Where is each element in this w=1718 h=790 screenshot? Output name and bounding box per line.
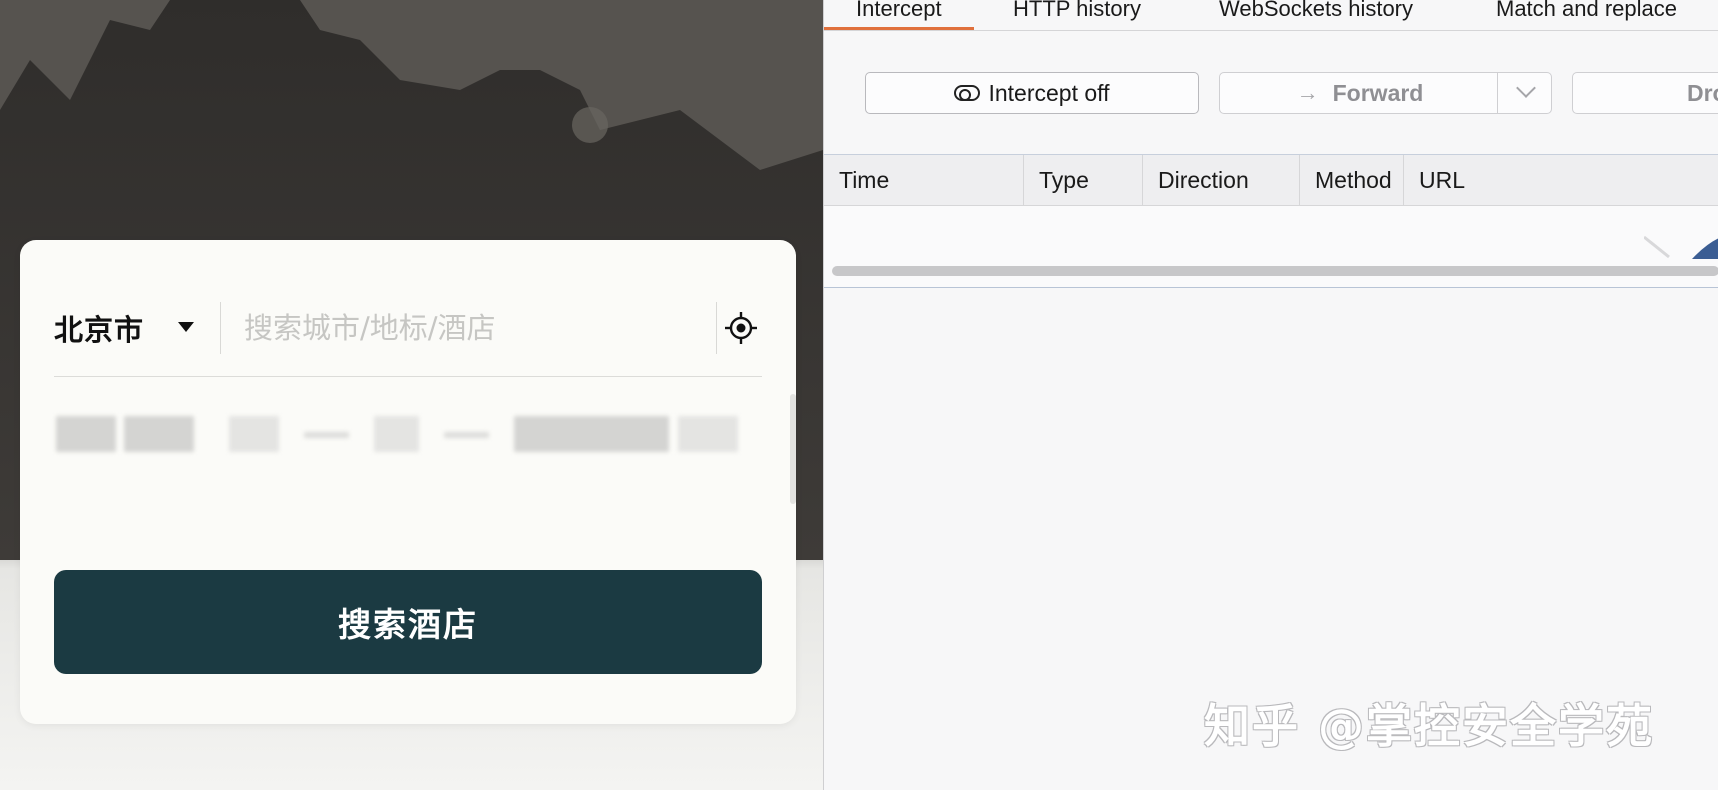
forward-label: Forward [1332, 79, 1424, 106]
column-header-time[interactable]: Time [824, 155, 1024, 206]
city-name: 北京市 [54, 313, 145, 347]
intercept-toolbar: Intercept off → Forward Drop [824, 31, 1718, 153]
blurred-separator [304, 432, 349, 438]
caret-down-icon [178, 322, 194, 332]
hotel-search-app: 北京市 搜索酒店 [0, 0, 823, 790]
column-header-direction[interactable]: Direction [1143, 155, 1300, 206]
locate-icon[interactable] [724, 311, 758, 345]
intercept-message-table: Time Type Direction Method URL [824, 154, 1718, 288]
destination-search-input[interactable] [244, 300, 724, 356]
tab-intercept[interactable]: Intercept [824, 0, 974, 30]
chevron-down-icon[interactable] [1516, 78, 1536, 98]
intercept-toggle-label: Intercept off [988, 79, 1110, 106]
drop-button[interactable]: Drop [1572, 72, 1718, 114]
forward-button[interactable]: → Forward [1219, 72, 1552, 114]
section-divider [54, 376, 762, 377]
divider [716, 302, 717, 354]
toggle-off-icon [954, 85, 981, 101]
tab-match-and-replace[interactable]: Match and replace [1464, 0, 1709, 30]
blurred-date [229, 416, 279, 452]
city-selector[interactable]: 北京市 [54, 286, 224, 370]
blurred-date [124, 416, 194, 452]
scroll-indicator[interactable] [790, 394, 796, 504]
blurred-separator [444, 432, 489, 438]
blurred-date [678, 416, 738, 452]
proxy-tab-bar: Intercept HTTP history WebSockets histor… [824, 0, 1718, 31]
date-range-selector[interactable] [54, 412, 762, 456]
column-header-method[interactable]: Method [1300, 155, 1404, 206]
horizontal-scrollbar[interactable] [832, 266, 1718, 276]
intercept-toggle-button[interactable]: Intercept off [865, 72, 1199, 114]
blurred-nights [374, 416, 419, 452]
split-divider [1497, 73, 1498, 113]
forward-button-content: → Forward [1220, 73, 1500, 113]
table-header: Time Type Direction Method URL [824, 155, 1718, 206]
column-header-type[interactable]: Type [1024, 155, 1143, 206]
destination-row: 北京市 [54, 286, 762, 370]
blurred-date [514, 416, 669, 452]
divider [220, 302, 221, 354]
tab-websockets-history[interactable]: WebSockets history [1187, 0, 1445, 30]
blurred-date [56, 416, 116, 452]
tab-http-history[interactable]: HTTP history [981, 0, 1173, 30]
column-header-url[interactable]: URL [1404, 155, 1718, 206]
search-card: 北京市 搜索酒店 [20, 240, 796, 724]
arrow-right-icon: → [1296, 80, 1319, 105]
search-hotel-button[interactable]: 搜索酒店 [54, 570, 762, 674]
proxy-intercept-panel: Intercept HTTP history WebSockets histor… [823, 0, 1718, 790]
panel-resize-handle-icon [1644, 235, 1718, 259]
drop-label: Drop [1687, 79, 1718, 106]
watermark-text: 知乎 @掌控安全学苑 [1204, 699, 1655, 753]
